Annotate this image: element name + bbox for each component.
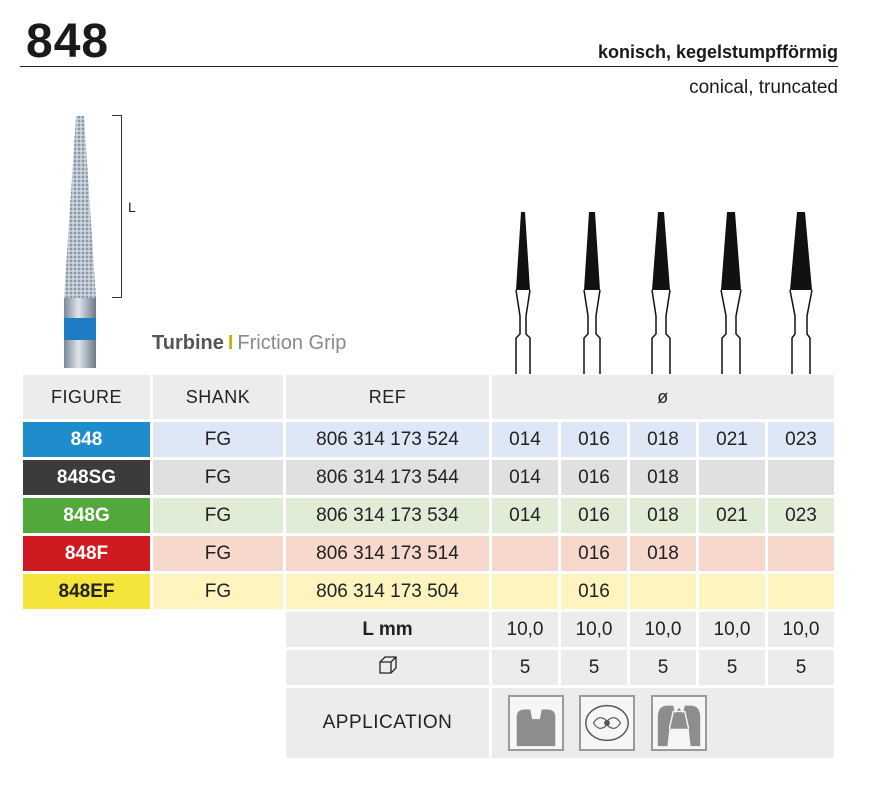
size-cell — [630, 574, 696, 609]
shape-description-en: conical, truncated — [689, 77, 838, 98]
size-cell — [699, 536, 765, 571]
length-marker-label: L — [128, 199, 136, 215]
ref-cell: 806 314 173 504 — [286, 574, 489, 609]
size-cell: 016 — [561, 460, 627, 495]
size-cell: 023 — [768, 498, 834, 533]
size-cell: 016 — [561, 422, 627, 457]
size-cell: 018 — [630, 422, 696, 457]
pack-quantity-cell: 5 — [492, 650, 558, 685]
tooth-occlusal-icon — [579, 695, 636, 751]
size-cell: 021 — [699, 422, 765, 457]
header-ref: REF — [286, 375, 489, 419]
ref-cell: 806 314 173 514 — [286, 536, 489, 571]
size-cell — [699, 574, 765, 609]
table-row: 848G FG 806 314 173 534 014 016 018 021 … — [23, 498, 834, 533]
pack-quantity-row: 5 5 5 5 5 — [23, 650, 834, 685]
table-row: 848 FG 806 314 173 524 014 016 018 021 0… — [23, 422, 834, 457]
ref-cell: 806 314 173 534 — [286, 498, 489, 533]
header-divider — [20, 66, 838, 67]
header-shank: SHANK — [153, 375, 283, 419]
size-cell: 016 — [561, 536, 627, 571]
bur-silhouette-016 — [583, 212, 601, 374]
length-label: L mm — [286, 612, 489, 647]
size-cell: 016 — [561, 498, 627, 533]
product-table: FIGURE SHANK REF ø 848 FG 806 314 173 52… — [20, 372, 837, 761]
size-cell: 021 — [699, 498, 765, 533]
length-cell: 10,0 — [768, 612, 834, 647]
shank-cell: FG — [153, 460, 283, 495]
pack-quantity-cell: 5 — [630, 650, 696, 685]
table-row: 848F FG 806 314 173 514 016 018 — [23, 536, 834, 571]
pack-quantity-cell: 5 — [561, 650, 627, 685]
shank-type-separator: I — [227, 332, 234, 354]
shank-type-secondary: Friction Grip — [237, 332, 347, 354]
size-cell: 014 — [492, 460, 558, 495]
size-cell — [699, 460, 765, 495]
bur-silhouette-014 — [515, 212, 531, 374]
size-cell: 014 — [492, 422, 558, 457]
ref-cell: 806 314 173 544 — [286, 460, 489, 495]
length-bracket — [112, 115, 122, 298]
length-cell: 10,0 — [492, 612, 558, 647]
shank-type-primary: Turbine — [152, 332, 224, 354]
table-row: 848SG FG 806 314 173 544 014 016 018 — [23, 460, 834, 495]
ref-cell: 806 314 173 524 — [286, 422, 489, 457]
pack-quantity-cell: 5 — [768, 650, 834, 685]
table-row: 848EF FG 806 314 173 504 016 — [23, 574, 834, 609]
shank-cell: FG — [153, 536, 283, 571]
header-diameter: ø — [492, 375, 834, 419]
size-cell — [492, 574, 558, 609]
size-cell — [768, 460, 834, 495]
size-cell — [492, 536, 558, 571]
application-label: APPLICATION — [286, 688, 489, 758]
size-cell: 018 — [630, 536, 696, 571]
bur-silhouette-021 — [720, 212, 742, 374]
size-cell — [768, 574, 834, 609]
package-box-icon — [286, 650, 489, 685]
size-cell: 014 — [492, 498, 558, 533]
figure-cell: 848EF — [23, 574, 150, 609]
shape-description-de: konisch, kegelstumpfförmig — [597, 42, 838, 62]
figure-cell: 848 — [23, 422, 150, 457]
shank-cell: FG — [153, 422, 283, 457]
shank-cell: FG — [153, 498, 283, 533]
figure-cell: 848G — [23, 498, 150, 533]
length-cell: 10,0 — [561, 612, 627, 647]
length-cell: 10,0 — [699, 612, 765, 647]
figure-cell: 848SG — [23, 460, 150, 495]
length-row: L mm 10,0 10,0 10,0 10,0 10,0 — [23, 612, 834, 647]
header-figure: FIGURE — [23, 375, 150, 419]
bur-silhouette-018 — [651, 212, 671, 374]
size-cell: 018 — [630, 498, 696, 533]
diamond-bur-image — [64, 116, 96, 368]
tooth-crown-prep-icon — [650, 695, 707, 751]
figure-cell: 848F — [23, 536, 150, 571]
shank-type-label: Turbine I Friction Grip — [152, 332, 346, 355]
product-number: 848 — [26, 15, 110, 68]
size-cell — [768, 536, 834, 571]
pack-quantity-cell: 5 — [699, 650, 765, 685]
shank-cell: FG — [153, 574, 283, 609]
bur-silhouette-023 — [789, 212, 813, 374]
table-header-row: FIGURE SHANK REF ø — [23, 375, 834, 419]
application-icons — [492, 688, 834, 758]
size-cell: 018 — [630, 460, 696, 495]
application-row: APPLICATION — [23, 688, 834, 758]
size-cell: 023 — [768, 422, 834, 457]
size-cell: 016 — [561, 574, 627, 609]
length-cell: 10,0 — [630, 612, 696, 647]
tooth-cavity-icon — [508, 695, 564, 751]
